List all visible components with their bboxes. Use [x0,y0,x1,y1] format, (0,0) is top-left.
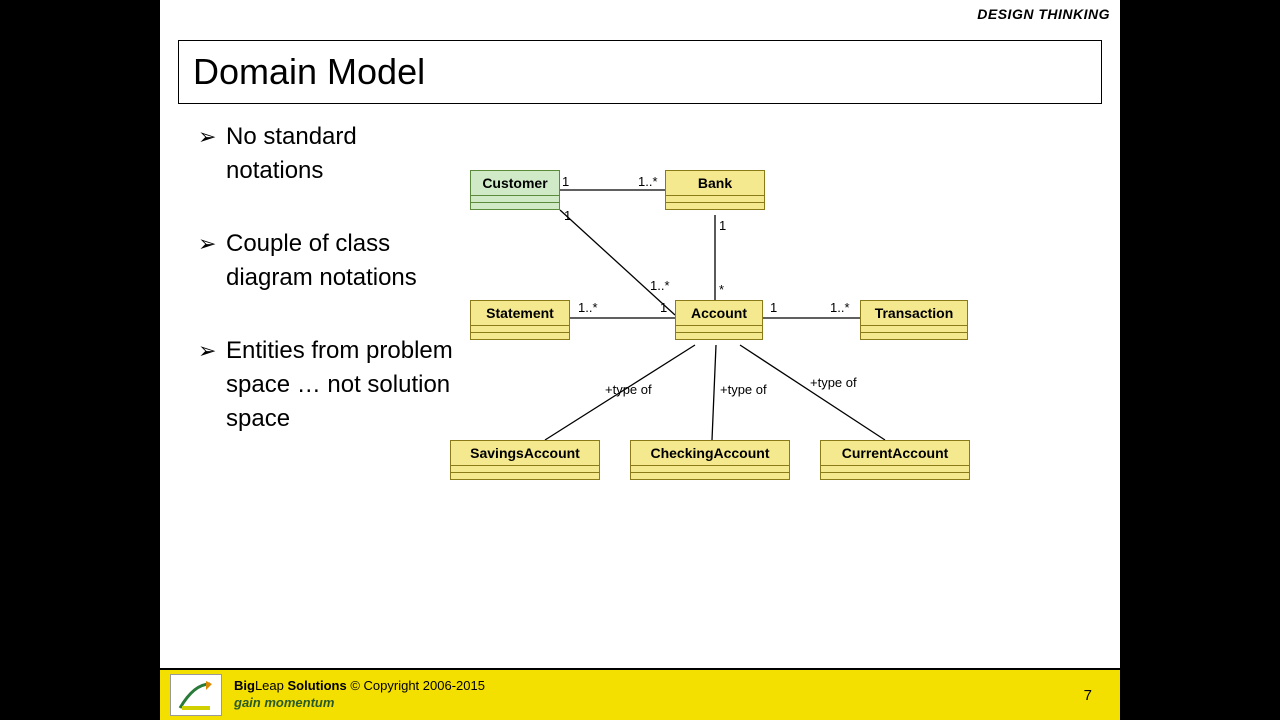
uml-class-current: CurrentAccount [820,440,970,480]
mult-label: 1 [770,300,777,315]
mult-label: 1..* [638,174,658,189]
uml-class-name: Customer [471,171,559,195]
mult-label: 1 [562,174,569,189]
uml-class-name: CurrentAccount [821,441,969,465]
uml-class-name: SavingsAccount [451,441,599,465]
type-of-label: +type of [720,382,767,397]
mult-label: 1 [564,208,571,223]
uml-diagram: Customer Bank Statement Account Transact… [460,150,1100,560]
uml-class-name: Transaction [861,301,967,325]
brand-rest: Leap [255,678,284,693]
slide: DESIGN THINKING Domain Model ➢ No standa… [160,0,1120,720]
uml-class-bank: Bank [665,170,765,210]
type-of-label: +type of [810,375,857,390]
mult-label: 1..* [830,300,850,315]
uml-class-name: Statement [471,301,569,325]
mult-label: 1 [660,300,667,315]
mult-label: 1..* [650,278,670,293]
uml-class-name: Account [676,301,762,325]
footer-logo [170,674,222,716]
leap-icon [176,678,216,712]
footer-text: BigLeap Solutions © Copyright 2006-2015 … [234,678,1084,712]
footer-tagline: gain momentum [234,695,1084,712]
mult-label: * [719,282,724,297]
bullet-list: ➢ No standard notations ➢ Couple of clas… [198,120,458,475]
title-box: Domain Model [178,40,1102,104]
type-of-label: +type of [605,382,652,397]
uml-class-name: Bank [666,171,764,195]
slide-footer: BigLeap Solutions © Copyright 2006-2015 … [160,668,1120,720]
uml-class-transaction: Transaction [860,300,968,340]
slide-title: Domain Model [193,51,1087,93]
bullet-text: Entities from problem space … not soluti… [226,334,458,435]
bullet-arrow-icon: ➢ [198,122,226,153]
brand-suffix: Solutions [284,678,347,693]
header-tag: DESIGN THINKING [977,6,1110,22]
bullet-item: ➢ No standard notations [198,120,458,187]
uml-class-customer: Customer [470,170,560,210]
mult-label: 1 [719,218,726,233]
mult-label: 1..* [578,300,598,315]
uml-class-statement: Statement [470,300,570,340]
uml-class-name: CheckingAccount [631,441,789,465]
page-number: 7 [1084,687,1110,704]
bullet-text: No standard notations [226,120,458,187]
uml-class-checking: CheckingAccount [630,440,790,480]
copyright: © Copyright 2006-2015 [347,678,485,693]
brand-bold: Big [234,678,255,693]
bullet-text: Couple of class diagram notations [226,227,458,294]
bullet-arrow-icon: ➢ [198,229,226,260]
uml-edges [460,150,1100,560]
bullet-item: ➢ Entities from problem space … not solu… [198,334,458,435]
uml-class-account: Account [675,300,763,340]
uml-class-savings: SavingsAccount [450,440,600,480]
bullet-arrow-icon: ➢ [198,336,226,367]
bullet-item: ➢ Couple of class diagram notations [198,227,458,294]
